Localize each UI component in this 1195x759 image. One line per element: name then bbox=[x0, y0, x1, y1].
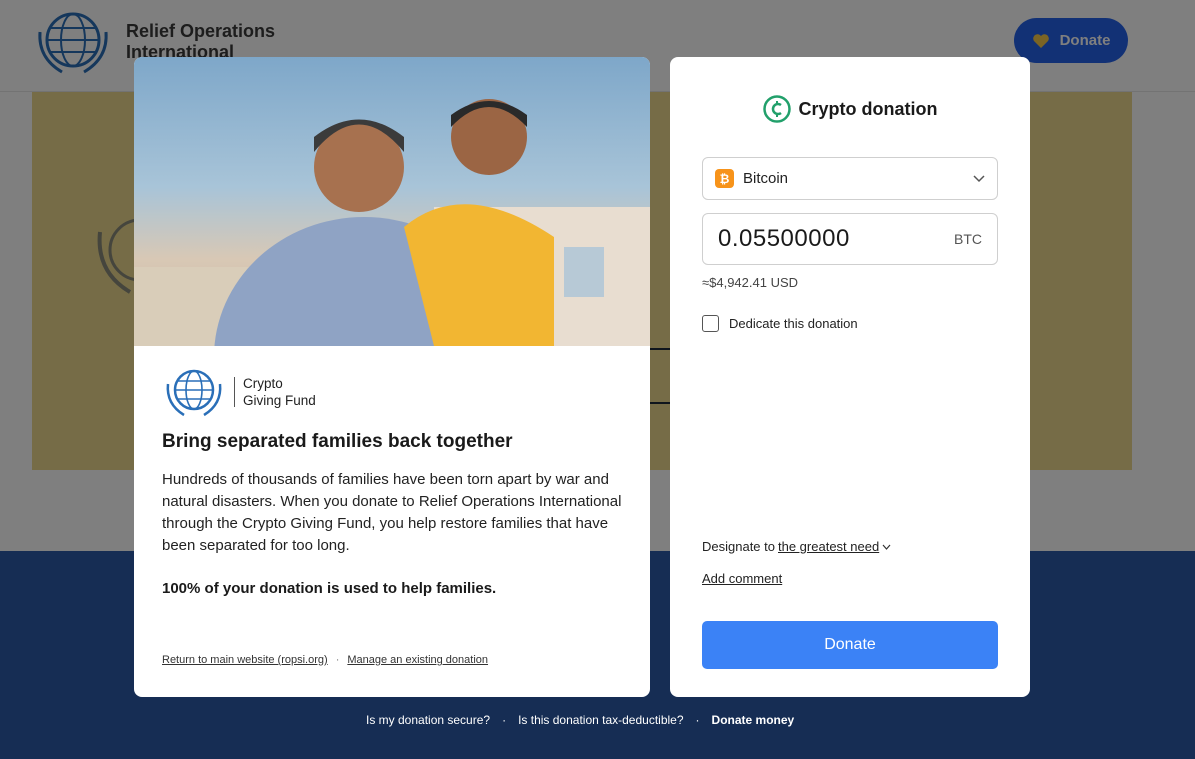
brand-line-1: Crypto bbox=[243, 376, 283, 391]
return-to-website-link[interactable]: Return to main website (ropsi.org) bbox=[162, 654, 328, 666]
tax-deductible-link[interactable]: Is this donation tax-deductible? bbox=[518, 713, 683, 727]
donation-secure-link[interactable]: Is my donation secure? bbox=[366, 713, 490, 727]
globe-emblem-icon bbox=[166, 369, 222, 417]
designate-dropdown[interactable]: the greatest need bbox=[778, 539, 879, 554]
crypto-coin-icon bbox=[762, 95, 791, 123]
info-card-title: Bring separated families back together bbox=[162, 431, 513, 452]
form-title-text: Crypto donation bbox=[798, 98, 938, 119]
dedicate-option[interactable]: Dedicate this donation bbox=[702, 315, 858, 332]
bitcoin-icon: ₿ bbox=[715, 169, 734, 188]
brand-divider bbox=[234, 377, 235, 407]
manage-donation-link[interactable]: Manage an existing donation bbox=[347, 654, 488, 666]
amount-input[interactable]: 0.05500000 BTC bbox=[702, 213, 998, 265]
dedicate-checkbox[interactable] bbox=[702, 315, 719, 332]
add-comment-link[interactable]: Add comment bbox=[702, 571, 782, 586]
chevron-down-icon bbox=[973, 174, 985, 182]
family-photo-illustration bbox=[134, 99, 650, 346]
crypto-donation-form: Crypto donation ₿ Bitcoin 0.05500000 BTC… bbox=[670, 57, 1030, 697]
footer-links: Is my donation secure? · Is this donatio… bbox=[366, 713, 794, 727]
amount-value: 0.05500000 bbox=[718, 225, 850, 252]
designate-row: Designate to the greatest need bbox=[702, 539, 891, 554]
family-photo bbox=[134, 57, 650, 346]
usd-equivalent: ≈$4,942.41 USD bbox=[702, 275, 799, 290]
info-card-body: Hundreds of thousands of families have b… bbox=[162, 471, 622, 554]
footer-separator: · bbox=[502, 713, 507, 727]
dedicate-label: Dedicate this donation bbox=[729, 316, 858, 331]
brand-text: Crypto Giving Fund bbox=[243, 375, 316, 409]
info-card: Crypto Giving Fund Bring separated famil… bbox=[134, 57, 650, 697]
donate-button[interactable]: Donate bbox=[702, 621, 998, 669]
currency-select[interactable]: ₿ Bitcoin bbox=[702, 157, 998, 200]
footer-separator: · bbox=[695, 713, 700, 727]
form-title: Crypto donation bbox=[670, 95, 1030, 123]
donate-money-link[interactable]: Donate money bbox=[712, 713, 795, 727]
info-card-links: Return to main website (ropsi.org) · Man… bbox=[162, 654, 488, 666]
designate-prefix: Designate to bbox=[702, 539, 775, 554]
info-card-emphasis: 100% of your donation is used to help fa… bbox=[162, 580, 497, 597]
amount-unit: BTC bbox=[954, 231, 982, 247]
crypto-giving-fund-brand: Crypto Giving Fund bbox=[162, 366, 316, 418]
brand-line-2: Giving Fund bbox=[243, 393, 316, 408]
chevron-down-icon bbox=[882, 544, 891, 550]
link-separator: · bbox=[335, 654, 340, 666]
currency-select-value: Bitcoin bbox=[743, 170, 789, 187]
